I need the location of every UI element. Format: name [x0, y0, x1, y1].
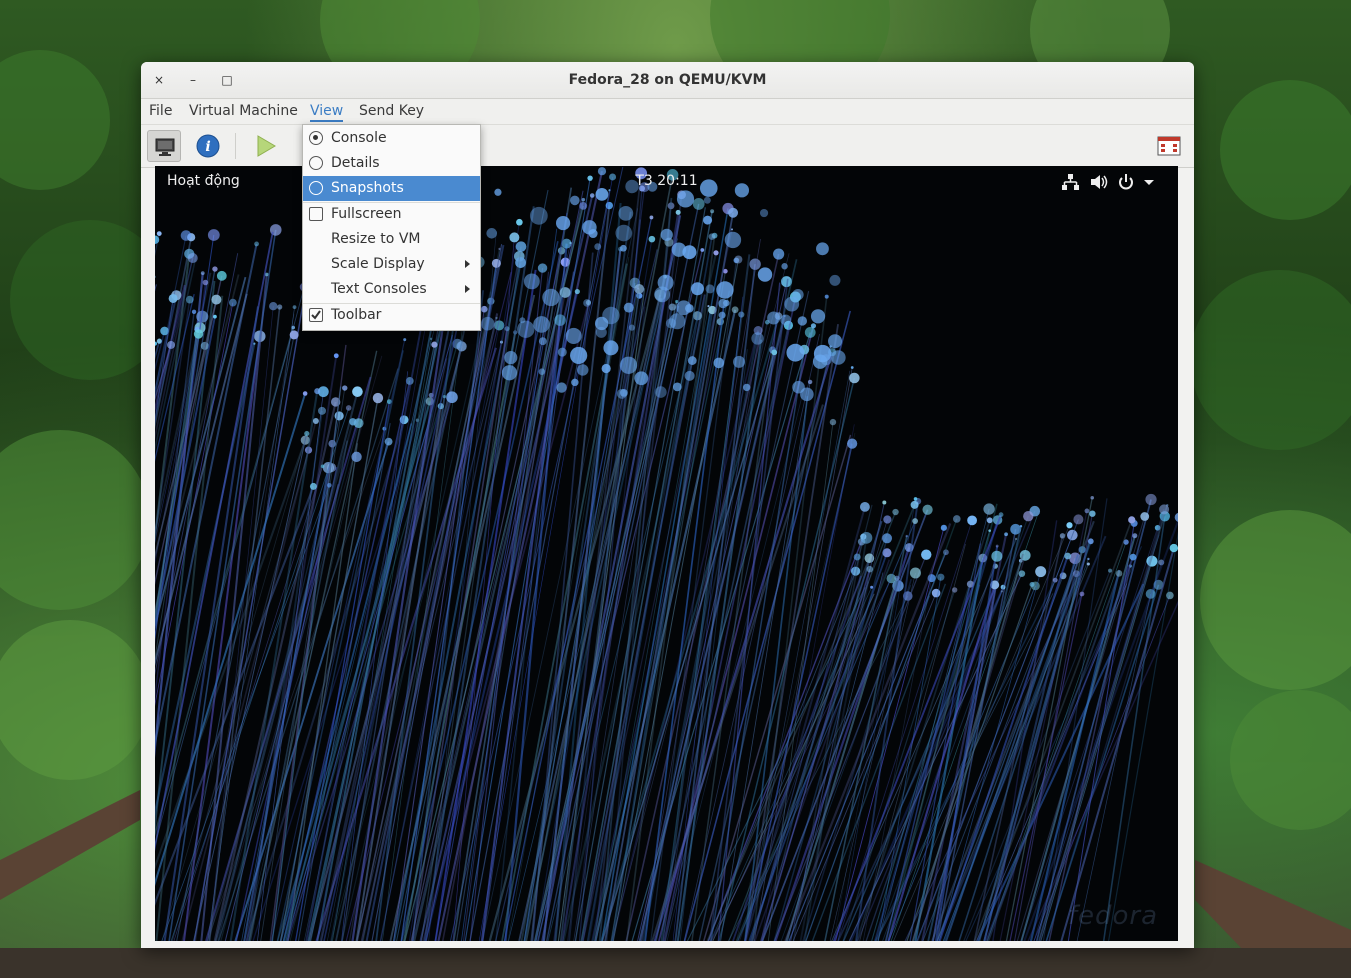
- svg-text:i: i: [205, 139, 210, 155]
- view-menu-toolbar-label: Toolbar: [331, 307, 382, 323]
- view-menu-toolbar[interactable]: Toolbar: [303, 303, 480, 328]
- radio-unchecked-icon: [309, 181, 323, 195]
- details-view-button[interactable]: i: [191, 130, 225, 162]
- radio-checked-icon: [309, 131, 323, 145]
- checkbox-checked-icon: [309, 308, 323, 322]
- view-menu-dropdown: Console Details Snapshots Fullscreen Res…: [302, 124, 481, 331]
- fedora-watermark: fedora: [1067, 901, 1158, 931]
- view-menu-details-label: Details: [331, 155, 380, 171]
- view-menu-details[interactable]: Details: [303, 151, 480, 176]
- menu-virtual-machine[interactable]: Virtual Machine: [189, 103, 298, 119]
- radio-unchecked-icon: [309, 156, 323, 170]
- view-menu-fullscreen-label: Fullscreen: [331, 206, 402, 222]
- console-view-button[interactable]: [147, 130, 181, 162]
- menu-view[interactable]: View: [310, 103, 344, 122]
- view-menu-console[interactable]: Console: [303, 126, 480, 151]
- menu-file[interactable]: File: [149, 103, 172, 119]
- run-button[interactable]: [248, 130, 282, 162]
- view-menu-console-label: Console: [331, 130, 387, 146]
- view-menu-snapshots[interactable]: Snapshots: [303, 176, 480, 201]
- menu-send-key[interactable]: Send Key: [359, 103, 424, 119]
- submenu-arrow-icon: [465, 285, 470, 293]
- volume-icon: [1091, 175, 1108, 189]
- view-menu-scale-display[interactable]: Scale Display: [303, 252, 480, 277]
- view-menu-text-consoles-label: Text Consoles: [331, 281, 427, 297]
- view-menu-snapshots-label: Snapshots: [331, 180, 404, 196]
- fullscreen-icon: [1157, 136, 1181, 156]
- view-menu-text-consoles[interactable]: Text Consoles: [303, 277, 480, 302]
- guest-system-tray[interactable]: [1060, 173, 1160, 191]
- checkbox-unchecked-icon: [309, 207, 323, 221]
- toolbar: i: [141, 124, 1194, 168]
- submenu-arrow-icon: [465, 260, 470, 268]
- window-title: Fedora_28 on QEMU/KVM: [568, 72, 767, 88]
- view-menu-fullscreen[interactable]: Fullscreen: [303, 202, 480, 227]
- play-icon: [257, 135, 276, 157]
- view-menu-resize-to-vm[interactable]: Resize to VM: [303, 227, 480, 252]
- view-menu-resize-label: Resize to VM: [331, 231, 421, 247]
- menubar: File Virtual Machine View Send Key: [141, 99, 1194, 124]
- virt-viewer-window: × – □ Fedora_28 on QEMU/KVM File Virtual…: [141, 62, 1194, 948]
- window-titlebar: × – □ Fedora_28 on QEMU/KVM: [141, 62, 1194, 99]
- chevron-down-icon: [1144, 180, 1154, 185]
- toolbar-separator: [235, 133, 236, 159]
- monitor-icon: [155, 138, 175, 156]
- info-icon: i: [196, 134, 220, 158]
- network-icon: [1062, 174, 1079, 190]
- fullscreen-button[interactable]: [1152, 130, 1186, 162]
- power-icon: [1119, 174, 1133, 190]
- view-menu-scale-label: Scale Display: [331, 256, 425, 272]
